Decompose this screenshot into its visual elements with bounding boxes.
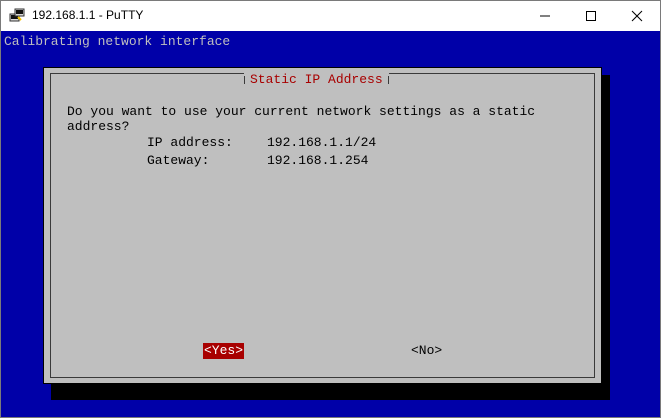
close-icon — [631, 10, 643, 22]
minimize-icon — [540, 15, 550, 17]
gateway-label: Gateway: — [147, 153, 210, 168]
dialog-frame: Static IP Address Do you want to use you… — [50, 72, 595, 378]
gateway-value: 192.168.1.254 — [267, 153, 369, 168]
no-button[interactable]: <No> — [411, 343, 442, 359]
ip-address-value: 192.168.1.1/24 — [267, 135, 377, 150]
window-title: 192.168.1.1 - PuTTY — [32, 8, 144, 22]
terminal-area[interactable]: Calibrating network interface Static IP … — [1, 31, 660, 417]
putty-icon[interactable] — [9, 8, 25, 24]
static-ip-dialog: Static IP Address Do you want to use you… — [43, 67, 602, 384]
maximize-button[interactable] — [568, 1, 614, 31]
putty-window: 192.168.1.1 - PuTTY Calibrating network … — [0, 0, 661, 418]
dialog-message-line-2: address? — [67, 119, 130, 134]
maximize-icon — [586, 11, 596, 21]
ip-address-label: IP address: — [147, 135, 233, 150]
title-bar[interactable]: 192.168.1.1 - PuTTY — [1, 1, 660, 31]
close-button[interactable] — [614, 1, 660, 31]
yes-button[interactable]: <Yes> — [203, 343, 245, 359]
status-line: Calibrating network interface — [4, 34, 231, 49]
minimize-button[interactable] — [522, 1, 568, 31]
dialog-title: Static IP Address — [244, 72, 389, 88]
terminal-scrollbar[interactable] — [644, 31, 660, 417]
dialog-message-line-1: Do you want to use your current network … — [67, 104, 536, 119]
